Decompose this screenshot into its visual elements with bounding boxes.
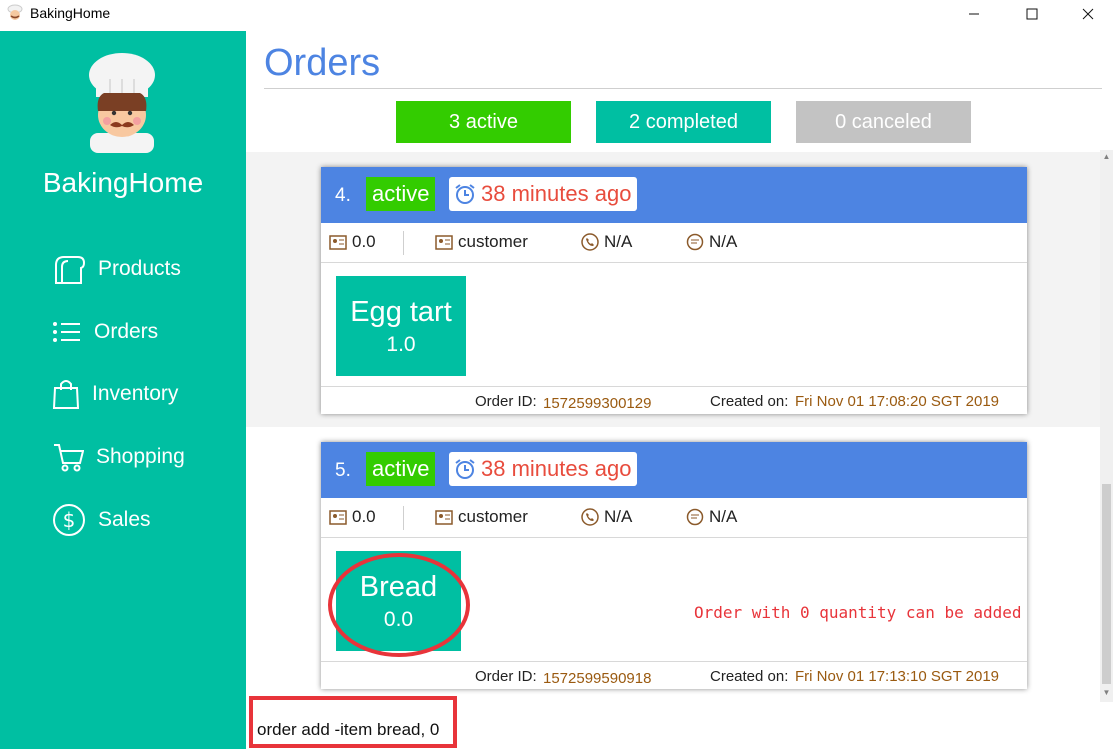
chef-logo: [89, 53, 155, 153]
status-badge: active: [366, 452, 436, 486]
window-title: BakingHome: [30, 5, 111, 21]
sidebar-item-sales[interactable]: $ Sales: [52, 502, 151, 538]
order-total: 0.0: [329, 507, 376, 527]
time-ago: 38 minutes ago: [481, 181, 632, 206]
sidebar-item-label: Inventory: [92, 382, 179, 405]
status-badge: active: [366, 177, 436, 211]
divider: [321, 661, 1027, 662]
order-card-header: 4. active 38 minutes ago: [321, 167, 1027, 223]
sidebar-item-products[interactable]: Products: [52, 251, 181, 287]
sidebar: BakingHome Products Orders Inventory Sho…: [0, 31, 246, 749]
order-id: 1572599590918: [543, 670, 652, 687]
sidebar-item-label: Products: [98, 257, 181, 280]
id-card-icon: [329, 510, 347, 525]
time-badge: 38 minutes ago: [449, 452, 638, 486]
order-number: 4.: [335, 185, 351, 206]
sidebar-item-label: Orders: [94, 320, 159, 343]
order-customer: customer: [435, 232, 528, 252]
minimize-button[interactable]: [948, 0, 1000, 28]
chef-app-icon: [7, 4, 23, 20]
scroll-down-arrow-icon[interactable]: ▼: [1100, 686, 1113, 700]
divider: [264, 88, 1102, 89]
order-number: 5.: [335, 460, 351, 481]
time-ago: 38 minutes ago: [481, 456, 632, 481]
contact-card-icon: [435, 510, 453, 525]
order-customer: customer: [435, 507, 528, 527]
brand-name: BakingHome: [42, 167, 204, 198]
highlight-ellipse: [328, 553, 470, 657]
filter-canceled-button[interactable]: 0 canceled: [796, 101, 971, 143]
contact-card-icon: [435, 235, 453, 250]
sidebar-item-label: Sales: [98, 508, 151, 531]
message-icon: [686, 508, 704, 526]
scroll-up-arrow-icon[interactable]: ▲: [1100, 150, 1113, 164]
divider: [403, 231, 404, 255]
phone-icon: [581, 508, 599, 526]
message-icon: [686, 233, 704, 251]
filter-active-button[interactable]: 3 active: [396, 101, 571, 143]
scrollbar[interactable]: ▲ ▼: [1100, 150, 1113, 702]
order-info-row: 0.0 customer N/A N/A: [321, 223, 1027, 263]
bread-icon: [55, 256, 86, 284]
created-on: Fri Nov 01 17:13:10 SGT 2019: [795, 668, 1000, 685]
time-badge: 38 minutes ago: [449, 177, 638, 211]
order-phone: N/A: [581, 507, 632, 527]
cart-icon: [54, 444, 84, 472]
phone-icon: [581, 233, 599, 251]
page-title: Orders: [264, 42, 381, 84]
alarm-clock-icon: [455, 184, 475, 204]
sidebar-item-label: Shopping: [96, 445, 185, 468]
order-remark: N/A: [686, 507, 737, 527]
command-input[interactable]: [257, 720, 453, 740]
annotation-text: Order with 0 quantity can be added: [694, 603, 1022, 622]
order-remark: N/A: [686, 232, 737, 252]
sidebar-item-shopping[interactable]: Shopping: [52, 439, 185, 475]
list-icon: [53, 322, 80, 342]
divider: [321, 386, 1027, 387]
order-card[interactable]: 4. active 38 minutes ago 0.0 customer N/…: [321, 167, 1027, 414]
close-icon: [1082, 8, 1094, 20]
alarm-clock-icon: [455, 459, 475, 479]
divider: [403, 506, 404, 530]
item-quantity: 1.0: [386, 333, 416, 356]
dollar-icon: $: [53, 504, 85, 536]
maximize-button[interactable]: [1006, 0, 1058, 28]
order-phone: N/A: [581, 232, 632, 252]
sidebar-item-orders[interactable]: Orders: [52, 314, 158, 350]
id-card-icon: [329, 235, 347, 250]
created-on: Fri Nov 01 17:08:20 SGT 2019: [795, 393, 1000, 410]
close-button[interactable]: [1062, 0, 1113, 28]
created-on-label: Created on:: [710, 668, 789, 685]
scrollbar-thumb[interactable]: [1102, 484, 1111, 684]
item-name: Egg tart: [350, 296, 452, 328]
title-bar: BakingHome: [0, 0, 1113, 28]
filter-completed-button[interactable]: 2 completed: [596, 101, 771, 143]
order-card-header: 5. active 38 minutes ago: [321, 442, 1027, 498]
order-id: 1572599300129: [543, 395, 652, 412]
order-item-tile[interactable]: Egg tart 1.0: [336, 276, 466, 376]
order-id-label: Order ID:: [475, 668, 537, 685]
bag-icon: [52, 380, 80, 409]
created-on-label: Created on:: [710, 393, 789, 410]
maximize-icon: [1026, 8, 1038, 20]
order-id-label: Order ID:: [475, 393, 537, 410]
order-info-row: 0.0 customer N/A N/A: [321, 498, 1027, 538]
minimize-icon: [969, 13, 979, 15]
sidebar-item-inventory[interactable]: Inventory: [52, 376, 178, 412]
command-box: [249, 696, 457, 748]
svg-text:$: $: [63, 508, 76, 532]
order-total: 0.0: [329, 232, 376, 252]
